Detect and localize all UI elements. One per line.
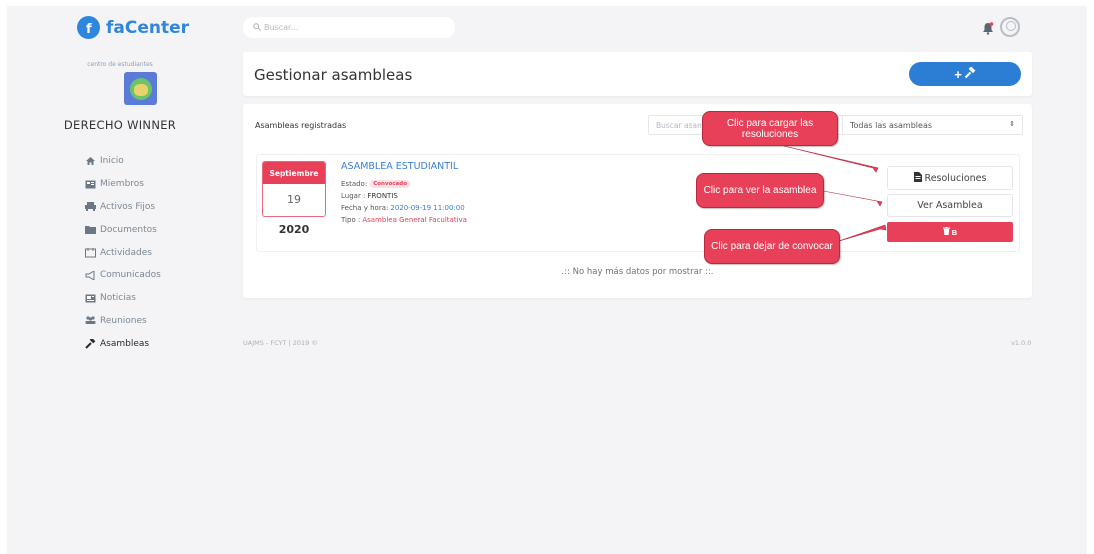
filter-select[interactable]: Todas las asambleas ⇕: [842, 115, 1023, 135]
logo[interactable]: f faCenter: [77, 16, 189, 39]
sidebar-item-label: Noticias: [100, 293, 136, 304]
megaphone-icon: [84, 270, 96, 280]
tipo-label: Tipo :: [341, 216, 361, 224]
sidebar-item-comunicados[interactable]: Comunicados: [84, 264, 161, 287]
assemblies-panel: Asambleas registradas Todas las asamblea…: [243, 104, 1032, 298]
sidebar-item-label: Activos Fijos: [100, 201, 156, 212]
fecha-label: Fecha y hora:: [341, 204, 389, 212]
sidebar-item-label: Actividades: [100, 247, 152, 258]
list-label: Asambleas registradas: [255, 121, 347, 130]
callout-dejar-convocar: Clic para dejar de convocar: [704, 229, 840, 264]
estado-label: Estado:: [341, 180, 368, 188]
sidebar-item-label: Miembros: [100, 179, 144, 190]
bell-icon[interactable]: [982, 20, 994, 39]
ver-asamblea-button[interactable]: Ver Asamblea: [887, 194, 1013, 217]
status-badge: Convocado: [370, 180, 410, 188]
search-input[interactable]: [264, 23, 424, 32]
date-card: Septiembre 19: [262, 161, 326, 217]
delete-button-label: B: [951, 227, 958, 237]
svg-text:f: f: [86, 22, 92, 35]
fecha-row: Fecha y hora: 2020-09-19 11:00:00: [341, 202, 467, 214]
filter-select-value: Todas las asambleas: [850, 120, 933, 130]
assembly-info: ASAMBLEA ESTUDIANTIL Estado: Convocado L…: [341, 161, 467, 226]
assets-icon: [84, 202, 96, 212]
lugar-row: Lugar : FRONTIS: [341, 190, 467, 202]
date-day: 19: [287, 193, 301, 206]
sidebar-item-miembros[interactable]: Miembros: [84, 173, 161, 196]
sidebar: f faCenter centro de estudiantes DERECHO…: [7, 6, 233, 554]
activities-icon: [84, 247, 96, 258]
lugar-label: Lugar :: [341, 192, 366, 200]
gavel-icon: [84, 338, 96, 349]
footer-version: v1.0.0: [1011, 339, 1032, 347]
sidebar-item-label: Reuniones: [100, 315, 147, 326]
callout-ver-asamblea: Clic para ver la asamblea: [696, 173, 824, 208]
search-icon: [253, 22, 261, 33]
callout-resoluciones: Clic para cargar las resoluciones: [702, 111, 838, 146]
document-icon: [913, 171, 922, 185]
sidebar-item-documentos[interactable]: Documentos: [84, 218, 161, 241]
fecha-value: 2020-09-19 11:00:00: [390, 204, 465, 212]
sidebar-item-noticias[interactable]: Noticias: [84, 287, 161, 310]
search-bar[interactable]: [243, 17, 455, 38]
gavel-icon: [964, 65, 976, 82]
sidebar-item-inicio[interactable]: Inicio: [84, 150, 161, 173]
lugar-value: FRONTIS: [367, 192, 398, 200]
trash-icon: [942, 227, 950, 237]
add-assembly-button[interactable]: +: [909, 62, 1021, 86]
members-icon: [84, 179, 96, 189]
sidebar-item-label: Asambleas: [100, 338, 150, 349]
home-icon: [84, 156, 96, 166]
ver-asamblea-label: Ver Asamblea: [917, 200, 983, 211]
folder-icon: [84, 225, 96, 235]
sidebar-nav: Inicio Miembros Activos Fijos Documentos…: [84, 150, 161, 355]
select-caret-icon: ⇕: [1009, 120, 1015, 128]
org-avatar: [124, 72, 157, 105]
cancel-convocation-button[interactable]: B: [887, 222, 1013, 242]
assembly-title[interactable]: ASAMBLEA ESTUDIANTIL: [341, 161, 467, 172]
user-avatar-icon[interactable]: [1000, 17, 1020, 37]
date-month: Septiembre: [263, 162, 325, 184]
list-item: Septiembre 19 2020 ASAMBLEA ESTUDIANTIL …: [256, 154, 1020, 252]
estado-row: Estado: Convocado: [341, 178, 467, 190]
date-year: 2020: [278, 223, 310, 236]
page-header: Gestionar asambleas +: [243, 52, 1032, 96]
resoluciones-label: Resoluciones: [924, 172, 987, 184]
page-title: Gestionar asambleas: [254, 66, 413, 84]
sidebar-item-actividades[interactable]: Actividades: [84, 241, 161, 264]
sidebar-item-reuniones[interactable]: Reuniones: [84, 310, 161, 333]
news-icon: [84, 293, 96, 303]
no-more-data-text: .:: No hay más datos por mostrar ::.: [561, 267, 714, 277]
tipo-value: Asamblea General Facultativa: [362, 216, 467, 224]
footer-copyright: UAJMS - FCYT | 2019 ©: [243, 339, 318, 347]
sidebar-item-activos-fijos[interactable]: Activos Fijos: [84, 196, 161, 219]
brand-name: faCenter: [106, 17, 190, 38]
sidebar-item-asambleas[interactable]: Asambleas: [84, 332, 161, 355]
org-name: DERECHO WINNER: [63, 118, 177, 132]
tipo-row: Tipo : Asamblea General Facultativa: [341, 214, 467, 226]
sidebar-item-label: Documentos: [100, 224, 157, 235]
sidebar-item-label: Inicio: [100, 156, 124, 167]
sidebar-item-label: Comunicados: [100, 270, 161, 281]
add-button-label: +: [954, 66, 962, 82]
facenter-logo-icon: f: [77, 16, 100, 39]
org-subtitle: centro de estudiantes: [87, 61, 153, 68]
resoluciones-button[interactable]: Resoluciones: [887, 166, 1013, 190]
meeting-icon: [84, 316, 96, 326]
app-window: f faCenter centro de estudiantes DERECHO…: [7, 6, 1087, 554]
